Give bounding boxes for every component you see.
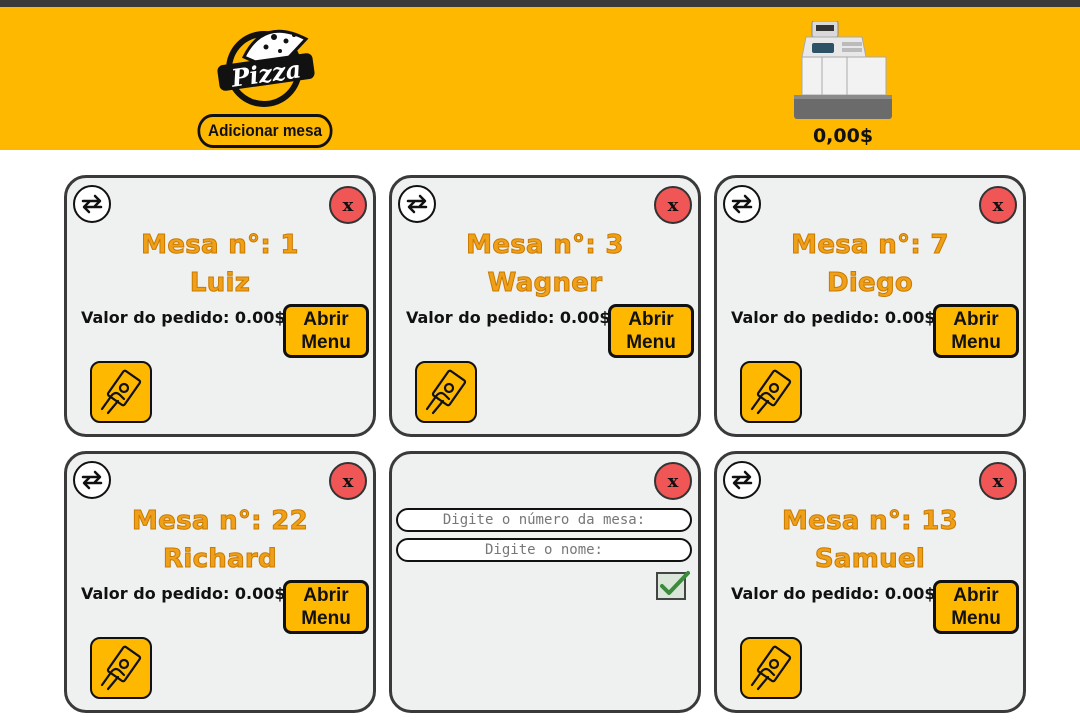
close-button[interactable]: x	[329, 186, 367, 224]
customer-name: Samuel	[814, 544, 926, 575]
close-button[interactable]: x	[979, 186, 1017, 224]
add-table-button[interactable]: Adicionar mesa	[197, 114, 333, 148]
order-value: Valor do pedido: 0.00$	[731, 308, 936, 327]
pay-button[interactable]	[90, 361, 152, 423]
table-number: Mesa n°: 3	[466, 230, 624, 261]
close-button[interactable]: x	[979, 462, 1017, 500]
customer-name: Luiz	[189, 268, 251, 299]
swap-icon	[406, 194, 428, 214]
order-value: Valor do pedido: 0.00$	[81, 308, 286, 327]
swap-button[interactable]	[398, 185, 436, 223]
table-card: x Mesa n°: 22 Richard Valor do pedido: 0…	[64, 451, 376, 713]
pay-cash-icon	[750, 369, 792, 415]
pay-cash-icon	[425, 369, 467, 415]
table-number: Mesa n°: 13	[781, 506, 959, 537]
swap-button[interactable]	[723, 461, 761, 499]
open-menu-button[interactable]: Abrir Menu	[933, 580, 1019, 634]
order-value: Valor do pedido: 0.00$	[406, 308, 611, 327]
table-number: Mesa n°: 1	[141, 230, 299, 261]
swap-icon	[731, 470, 753, 490]
header: Pizza Adicionar mesa 0,00$	[0, 7, 1080, 150]
customer-name: Wagner	[487, 268, 603, 299]
pay-cash-icon	[100, 369, 142, 415]
pay-cash-icon	[100, 645, 142, 691]
table-number-input[interactable]	[396, 508, 692, 532]
close-button[interactable]: x	[329, 462, 367, 500]
swap-button[interactable]	[73, 185, 111, 223]
table-card: x Mesa n°: 13 Samuel Valor do pedido: 0.…	[714, 451, 1026, 713]
swap-icon	[81, 470, 103, 490]
swap-icon	[81, 194, 103, 214]
open-menu-button[interactable]: Abrir Menu	[608, 304, 694, 358]
open-menu-button[interactable]: Abrir Menu	[933, 304, 1019, 358]
customer-name-input[interactable]	[396, 538, 692, 562]
table-number: Mesa n°: 7	[791, 230, 949, 261]
customer-name: Diego	[826, 268, 914, 299]
confirm-check-icon[interactable]	[656, 570, 690, 600]
pay-cash-icon	[750, 645, 792, 691]
new-table-form: x	[389, 451, 701, 713]
swap-icon	[731, 194, 753, 214]
order-value: Valor do pedido: 0.00$	[81, 584, 286, 603]
top-border	[0, 0, 1080, 7]
cash-register-icon	[794, 21, 892, 119]
pay-button[interactable]	[740, 637, 802, 699]
pay-button[interactable]	[415, 361, 477, 423]
swap-button[interactable]	[723, 185, 761, 223]
open-menu-button[interactable]: Abrir Menu	[283, 580, 369, 634]
pizza-logo: Pizza	[217, 29, 315, 107]
table-number: Mesa n°: 22	[131, 506, 309, 537]
pay-button[interactable]	[90, 637, 152, 699]
close-button[interactable]: x	[654, 462, 692, 500]
open-menu-button[interactable]: Abrir Menu	[283, 304, 369, 358]
table-card: x Mesa n°: 7 Diego Valor do pedido: 0.00…	[714, 175, 1026, 437]
customer-name: Richard	[163, 544, 278, 575]
close-button[interactable]: x	[654, 186, 692, 224]
order-value: Valor do pedido: 0.00$	[731, 584, 936, 603]
pay-button[interactable]	[740, 361, 802, 423]
table-card: x Mesa n°: 1 Luiz Valor do pedido: 0.00$…	[64, 175, 376, 437]
table-card: x Mesa n°: 3 Wagner Valor do pedido: 0.0…	[389, 175, 701, 437]
register-total: 0,00$	[812, 125, 874, 147]
swap-button[interactable]	[73, 461, 111, 499]
